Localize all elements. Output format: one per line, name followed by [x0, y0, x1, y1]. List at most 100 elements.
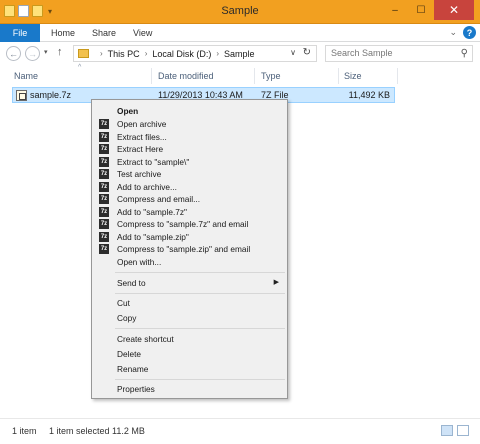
folder-icon [78, 49, 89, 58]
menu-item-rename[interactable]: Rename [92, 363, 287, 375]
7zip-icon: 7z [99, 219, 109, 229]
7zip-icon: 7z [99, 144, 109, 154]
column-divider[interactable] [254, 68, 255, 84]
selection-info: 1 item selected 11.2 MB [49, 426, 145, 436]
menu-item-label: Extract Here [117, 144, 164, 154]
column-header-name[interactable]: Name [14, 68, 38, 84]
minimize-button[interactable]: – [382, 0, 408, 20]
chevron-right-icon[interactable]: › [216, 49, 219, 58]
column-divider[interactable] [151, 68, 152, 84]
7zip-icon: 7z [99, 231, 109, 242]
breadcrumb-this-pc[interactable]: This PC [108, 49, 140, 59]
chevron-right-icon[interactable]: › [100, 49, 103, 58]
menu-item-label: Open archive [117, 119, 167, 129]
menu-item-add-to-7z[interactable]: 7z Add to "sample.7z" [92, 206, 287, 218]
menu-item-label: Copy [117, 313, 137, 323]
menu-item-add-to-zip[interactable]: 7z Add to "sample.zip" [92, 231, 287, 243]
7zip-icon: 7z [99, 181, 109, 192]
menu-item-label: Compress to "sample.zip" and email [117, 244, 251, 254]
sort-arrow-icon: ^ [78, 64, 82, 71]
breadcrumb-sample[interactable]: Sample [224, 49, 255, 59]
file-name: sample.7z [30, 90, 72, 100]
menu-item-label: Add to "sample.zip" [117, 231, 189, 242]
menu-item-label: Add to archive... [117, 181, 177, 192]
menu-separator [115, 272, 285, 273]
menu-item-compress-and-email[interactable]: 7z Compress and email... [92, 193, 287, 205]
7zip-icon: 7z [99, 169, 109, 179]
menu-item-extract-files[interactable]: 7z Extract files... [92, 131, 287, 143]
menu-item-label: Compress to "sample.7z" and email [117, 219, 249, 229]
menu-item-add-to-archive[interactable]: 7z Add to archive... [92, 181, 287, 193]
menu-item-label: Open [117, 106, 139, 116]
menu-item-extract-to-folder[interactable]: 7z Extract to "sample\" [92, 156, 287, 168]
7zip-icon: 7z [99, 206, 109, 217]
menu-item-copy[interactable]: Copy [92, 312, 287, 324]
up-button[interactable]: ↑ [57, 46, 63, 58]
menu-item-label: Open with... [117, 257, 162, 267]
navigation-bar: ← → ▾ ↑ › This PC › Local Disk (D:) › Sa… [0, 43, 480, 65]
context-menu: Open 7z Open archive 7z Extract files...… [91, 99, 288, 399]
column-divider[interactable] [397, 68, 398, 84]
breadcrumb-local-disk[interactable]: Local Disk (D:) [152, 49, 211, 59]
column-divider[interactable] [338, 68, 339, 84]
menu-item-send-to[interactable]: Send to ▶ [92, 277, 287, 289]
menu-item-open-archive[interactable]: 7z Open archive [92, 118, 287, 130]
ribbon-right: ⌄ ? [449, 26, 476, 39]
menu-item-cut[interactable]: Cut [92, 297, 287, 309]
details-view-icon[interactable] [441, 425, 453, 436]
menu-item-properties[interactable]: Properties [92, 383, 287, 395]
menu-item-label: Compress and email... [117, 194, 201, 204]
menu-item-label: Extract to "sample\" [117, 156, 190, 167]
menu-item-open-with[interactable]: Open with... [92, 256, 287, 268]
tab-share[interactable]: Share [92, 24, 116, 42]
search-icon[interactable]: ⚲ [461, 46, 468, 61]
7zip-icon: 7z [99, 131, 109, 142]
menu-item-label: Delete [117, 349, 141, 359]
menu-item-compress-7z-email[interactable]: 7z Compress to "sample.7z" and email [92, 218, 287, 230]
menu-item-create-shortcut[interactable]: Create shortcut [92, 333, 287, 345]
menu-item-label: Cut [117, 298, 130, 308]
maximize-button[interactable]: ☐ [408, 0, 434, 20]
menu-item-label: Add to "sample.7z" [117, 206, 187, 217]
address-dropdown-icon[interactable]: ∨ [290, 48, 296, 57]
address-bar[interactable]: › This PC › Local Disk (D:) › Sample ∨ ↻ [73, 45, 317, 62]
search-placeholder: Search Sample [331, 48, 393, 58]
submenu-arrow-icon: ▶ [273, 279, 279, 286]
menu-item-test-archive[interactable]: 7z Test archive [92, 168, 287, 180]
column-header-size[interactable]: Size [344, 68, 362, 84]
forward-button[interactable]: → [25, 46, 40, 61]
column-header-type[interactable]: Type [261, 68, 281, 84]
menu-separator [115, 293, 285, 294]
title-bar: ▾ Sample – ☐ ✕ [0, 0, 480, 24]
close-button[interactable]: ✕ [434, 0, 474, 20]
search-input[interactable]: Search Sample ⚲ [325, 45, 473, 62]
menu-separator [115, 379, 285, 380]
menu-item-compress-zip-email[interactable]: 7z Compress to "sample.zip" and email [92, 243, 287, 255]
column-header-date-modified[interactable]: Date modified [158, 68, 214, 84]
tab-view[interactable]: View [133, 24, 152, 42]
menu-item-extract-here[interactable]: 7z Extract Here [92, 143, 287, 155]
menu-item-label: Properties [117, 384, 155, 394]
menu-item-label: Test archive [117, 169, 162, 179]
item-count: 1 item [12, 426, 37, 436]
7zip-icon: 7z [99, 194, 109, 204]
7zip-icon: 7z [99, 119, 109, 129]
chevron-right-icon[interactable]: › [145, 49, 148, 58]
archive-file-icon [16, 90, 27, 101]
ribbon-tabs: File Home Share View ⌄ ? [0, 24, 480, 42]
help-icon[interactable]: ? [463, 26, 476, 39]
expand-ribbon-icon[interactable]: ⌄ [449, 27, 457, 38]
file-size: 11,492 KB [348, 90, 390, 100]
menu-item-label: Send to [117, 278, 146, 288]
tab-home[interactable]: Home [51, 24, 75, 42]
7zip-icon: 7z [99, 156, 109, 167]
large-icons-view-icon[interactable] [457, 425, 469, 436]
tab-file[interactable]: File [0, 24, 40, 42]
7zip-icon: 7z [99, 244, 109, 254]
menu-item-open[interactable]: Open [92, 105, 287, 117]
menu-item-delete[interactable]: Delete [92, 348, 287, 360]
back-button[interactable]: ← [6, 46, 21, 61]
status-bar: 1 item 1 item selected 11.2 MB [0, 418, 480, 444]
recent-locations-icon[interactable]: ▾ [44, 48, 48, 56]
refresh-icon[interactable]: ↻ [303, 47, 311, 58]
